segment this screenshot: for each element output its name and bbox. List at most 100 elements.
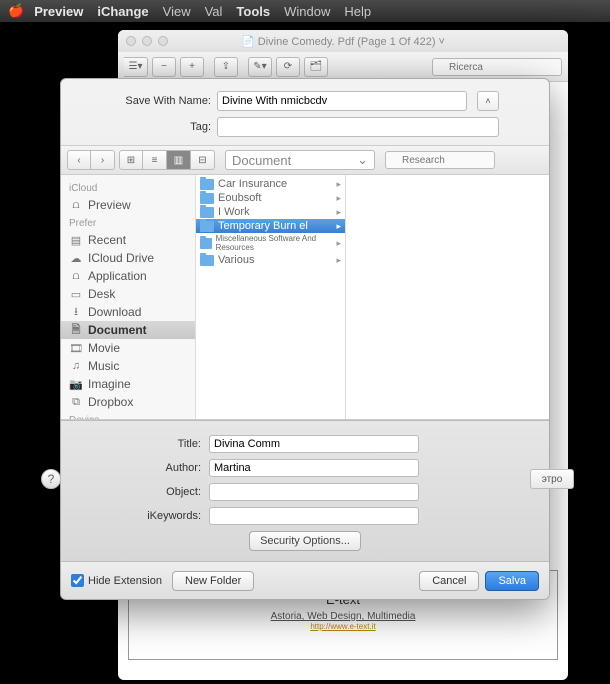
apple-menu-icon[interactable]: 🍎: [8, 3, 24, 19]
save-name-label: Save With Name:: [111, 95, 211, 107]
retro-button[interactable]: этро: [530, 469, 574, 489]
dialog-bottom-bar: Hide Extension New Folder Cancel Salva: [61, 561, 549, 599]
chevron-updown-icon: ⌄: [357, 152, 368, 168]
meta-keywords-input[interactable]: [209, 507, 419, 525]
rotate-icon[interactable]: ⟳: [276, 57, 300, 77]
meta-keywords-label: iKeywords:: [91, 510, 201, 522]
meta-author-input[interactable]: [209, 459, 419, 477]
music-icon: ♫: [69, 359, 83, 373]
file-browser: iCloud ⩍Preview Prefer ▤Recent ☁ICloud D…: [61, 175, 549, 420]
hide-extension-checkbox[interactable]: Hide Extension: [71, 574, 162, 587]
chevron-right-icon: ▸: [336, 179, 341, 190]
page-link[interactable]: http://www.e-text.it: [137, 622, 549, 631]
window-titlebar: 📄 Divine Comedy. Pdf (Page 1 Of 422) ˅: [118, 30, 568, 52]
image-icon: 📷: [69, 377, 83, 391]
folder-icon: [200, 238, 212, 249]
meta-object-label: Object:: [91, 486, 201, 498]
share-icon[interactable]: ⇪: [214, 57, 238, 77]
folder-icon: [200, 207, 214, 218]
folder-icon: [200, 221, 214, 232]
finder-search-input[interactable]: [385, 151, 495, 169]
file-column-empty: [346, 175, 549, 419]
list-view-icon[interactable]: ≡: [143, 150, 167, 170]
meta-title-input[interactable]: [209, 435, 419, 453]
toolbar-search[interactable]: [432, 57, 562, 77]
sidebar-item-desk[interactable]: ▭Desk: [61, 285, 195, 303]
disclosure-button[interactable]: ˄: [477, 91, 499, 111]
zoom-in-icon[interactable]: +: [180, 57, 204, 77]
sidebar: iCloud ⩍Preview Prefer ▤Recent ☁ICloud D…: [61, 175, 196, 419]
menu-item[interactable]: Tools: [236, 4, 270, 19]
chevron-right-icon: ▸: [336, 221, 341, 232]
search-input[interactable]: [432, 58, 562, 76]
location-bar: ‹ › ⊞ ≡ ▥ ⊟ Document⌄: [61, 145, 549, 175]
save-dialog: Save With Name: ˄ Tag: ‹ › ⊞ ≡ ▥ ⊟ Docum…: [60, 78, 550, 600]
folder-item[interactable]: Temporary Burn el▸: [196, 219, 345, 233]
folder-icon: [200, 255, 214, 266]
back-button[interactable]: ‹: [67, 150, 91, 170]
sidebar-item-icloud-drive[interactable]: ☁ICloud Drive: [61, 249, 195, 267]
menu-app[interactable]: Preview: [34, 4, 83, 19]
edit-icon[interactable]: 🗂: [304, 57, 328, 77]
help-button[interactable]: ?: [41, 469, 61, 489]
menu-item[interactable]: Val: [205, 4, 223, 19]
menu-item[interactable]: iChange: [97, 4, 148, 19]
folder-item[interactable]: Miscellaneous Software And Resources▸: [196, 233, 345, 253]
save-button[interactable]: Salva: [485, 571, 539, 591]
meta-object-input[interactable]: [209, 483, 419, 501]
chevron-right-icon: ▸: [336, 207, 341, 218]
traffic-lights[interactable]: [126, 36, 168, 46]
dropbox-icon: ⧉: [69, 395, 83, 409]
tag-input[interactable]: [217, 117, 499, 137]
sidebar-item-preview[interactable]: ⩍Preview: [61, 196, 195, 214]
hide-extension-input[interactable]: [71, 574, 84, 587]
gallery-view-icon[interactable]: ⊟: [191, 150, 215, 170]
window-title: 📄 Divine Comedy. Pdf (Page 1 Of 422) ˅: [241, 35, 445, 48]
sidebar-item-download[interactable]: ⭳Download: [61, 303, 195, 321]
folder-icon: [200, 193, 214, 204]
new-folder-button[interactable]: New Folder: [172, 571, 254, 591]
page-link[interactable]: Astoria, Web Design, Multimedia: [137, 611, 549, 622]
document-icon: 🗎: [69, 323, 83, 337]
meta-title-label: Title:: [91, 438, 201, 450]
sidebar-item-application[interactable]: ⩍Application: [61, 267, 195, 285]
sidebar-toggle-icon[interactable]: ☰▾: [124, 57, 148, 77]
icon-view-icon[interactable]: ⊞: [119, 150, 143, 170]
column-view-icon[interactable]: ▥: [167, 150, 191, 170]
recent-icon: ▤: [69, 233, 83, 247]
sidebar-item-document[interactable]: 🗎Document: [61, 321, 195, 339]
download-icon: ⭳: [69, 305, 83, 319]
folder-item[interactable]: Various▸: [196, 253, 345, 267]
menu-item[interactable]: Window: [284, 4, 330, 19]
folder-icon: [200, 179, 214, 190]
preview-icon: ⩍: [69, 198, 83, 212]
zoom-out-icon[interactable]: −: [152, 57, 176, 77]
chevron-right-icon: ▸: [336, 255, 341, 266]
sidebar-item-imagine[interactable]: 📷Imagine: [61, 375, 195, 393]
menubar: 🍎 Preview iChange View Val Tools Window …: [0, 0, 610, 22]
meta-author-label: Author:: [91, 462, 201, 474]
chevron-right-icon: ▸: [336, 238, 341, 249]
folder-item[interactable]: I Work▸: [196, 205, 345, 219]
file-column: Car Insurance▸ Eoubsoft▸ I Work▸ Tempora…: [196, 175, 346, 419]
app-icon: ⩍: [69, 269, 83, 283]
sidebar-section: Prefer: [61, 214, 195, 231]
movie-icon: 🎞: [69, 341, 83, 355]
folder-item[interactable]: Car Insurance▸: [196, 177, 345, 191]
cancel-button[interactable]: Cancel: [419, 571, 479, 591]
folder-item[interactable]: Eoubsoft▸: [196, 191, 345, 205]
sidebar-item-dropbox[interactable]: ⧉Dropbox: [61, 393, 195, 411]
save-name-input[interactable]: [217, 91, 467, 111]
forward-button[interactable]: ›: [91, 150, 115, 170]
location-popup[interactable]: Document⌄: [225, 150, 375, 170]
sidebar-item-movie[interactable]: 🎞Movie: [61, 339, 195, 357]
menu-item[interactable]: View: [163, 4, 191, 19]
tag-label: Tag:: [111, 121, 211, 133]
chevron-right-icon: ▸: [336, 193, 341, 204]
menu-item[interactable]: Help: [344, 4, 371, 19]
security-options-button[interactable]: Security Options...: [249, 531, 361, 551]
markup-icon[interactable]: ✎▾: [248, 57, 272, 77]
sidebar-item-recent[interactable]: ▤Recent: [61, 231, 195, 249]
sidebar-section: iCloud: [61, 179, 195, 196]
sidebar-item-music[interactable]: ♫Music: [61, 357, 195, 375]
